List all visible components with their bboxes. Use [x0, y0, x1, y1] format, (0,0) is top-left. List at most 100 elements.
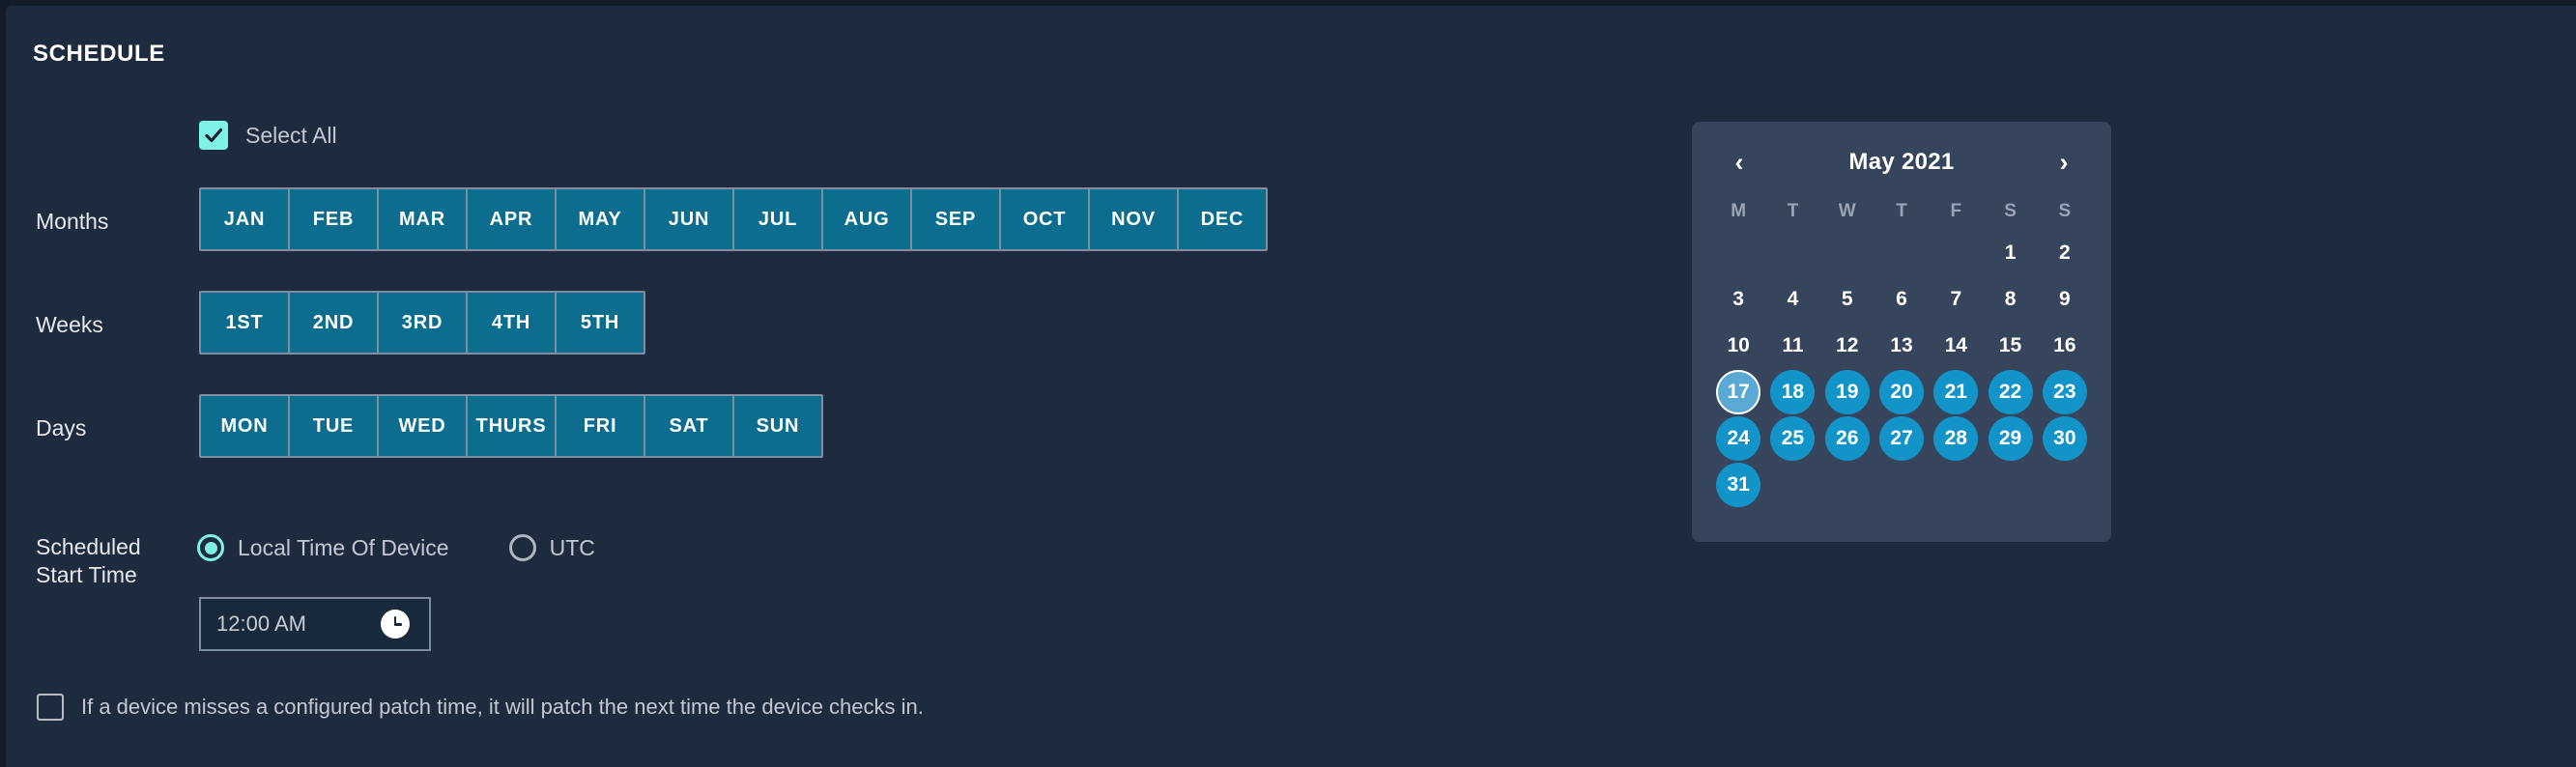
week-button-4th[interactable]: 4TH: [468, 293, 555, 353]
calendar-cell: 8: [1983, 276, 2037, 323]
start-time-input[interactable]: 12:00 AM: [199, 597, 431, 651]
page-title: SCHEDULE: [33, 41, 165, 67]
calendar-header: ‹ May 2021 ›: [1711, 135, 2092, 189]
calendar-day-25[interactable]: 25: [1770, 416, 1816, 461]
calendar-day-8[interactable]: 8: [1989, 277, 2033, 322]
month-button-mar[interactable]: MAR: [379, 189, 466, 249]
week-button-3rd[interactable]: 3RD: [379, 293, 466, 353]
week-button-1st[interactable]: 1ST: [201, 293, 288, 353]
radio-dot: [204, 541, 217, 554]
scheduled-start-time-label-line2: Start Time: [36, 562, 137, 587]
miss-patch-label: If a device misses a configured patch ti…: [81, 695, 924, 719]
week-button-2nd[interactable]: 2ND: [290, 293, 377, 353]
calendar-day-29[interactable]: 29: [1988, 416, 2033, 461]
calendar-cell: 31: [1711, 462, 1765, 508]
week-button-5th[interactable]: 5TH: [557, 293, 644, 353]
calendar-day-5[interactable]: 5: [1825, 277, 1870, 322]
months-button-group[interactable]: JAN FEB MAR APR MAY JUN JUL AUG SEP OCT NOV DEC: [199, 187, 1268, 251]
calendar-day-9[interactable]: 9: [2043, 277, 2087, 322]
month-button-nov[interactable]: NOV: [1090, 189, 1177, 249]
weeks-button-group[interactable]: 1ST 2ND 3RD 4TH 5TH: [199, 291, 645, 355]
calendar-cell: 2: [2038, 230, 2092, 276]
calendar-cell: 25: [1765, 415, 1819, 462]
start-time-value: 12:00 AM: [216, 611, 306, 636]
calendar-day-6[interactable]: 6: [1879, 277, 1924, 322]
calendar-day-13[interactable]: 13: [1879, 324, 1924, 368]
calendar-cell: 28: [1929, 415, 1983, 462]
scheduled-start-time-label-line1: Scheduled: [36, 534, 141, 559]
calendar-day-3[interactable]: 3: [1716, 277, 1760, 322]
calendar-day-28[interactable]: 28: [1933, 416, 1979, 461]
calendar-day-17[interactable]: 17: [1716, 370, 1761, 414]
clock-icon[interactable]: [381, 610, 410, 639]
day-button-thurs[interactable]: THURS: [468, 396, 555, 456]
calendar-cell: 24: [1711, 415, 1765, 462]
day-button-fri[interactable]: FRI: [557, 396, 644, 456]
time-mode-radio-group[interactable]: Local Time Of Device UTC: [197, 534, 595, 561]
calendar-day-23[interactable]: 23: [2042, 370, 2087, 414]
select-all-checkbox[interactable]: [199, 121, 228, 150]
calendar-cell: 14: [1929, 323, 1983, 369]
calendar-cell: 10: [1711, 323, 1765, 369]
calendar-day-1[interactable]: 1: [1989, 231, 2033, 275]
calendar-day-14[interactable]: 14: [1933, 324, 1978, 368]
select-all-row[interactable]: Select All: [199, 121, 337, 150]
month-button-oct[interactable]: OCT: [1001, 189, 1088, 249]
chevron-right-icon[interactable]: ›: [2049, 149, 2078, 176]
calendar-day-26[interactable]: 26: [1824, 416, 1870, 461]
month-button-may[interactable]: MAY: [557, 189, 644, 249]
days-button-group[interactable]: MON TUE WED THURS FRI SAT SUN: [199, 394, 823, 458]
day-button-mon[interactable]: MON: [201, 396, 288, 456]
calendar-day-10[interactable]: 10: [1716, 324, 1760, 368]
calendar-day-20[interactable]: 20: [1878, 370, 1924, 414]
month-button-jan[interactable]: JAN: [201, 189, 288, 249]
calendar-dow-5: S: [2004, 201, 2017, 221]
calendar-day-18[interactable]: 18: [1770, 370, 1816, 414]
calendar-day-22[interactable]: 22: [1988, 370, 2033, 414]
weeks-label: Weeks: [36, 312, 103, 337]
month-button-jun[interactable]: JUN: [645, 189, 732, 249]
calendar-dow-0: M: [1731, 201, 1747, 221]
calendar-cell: 1: [1983, 230, 2037, 276]
day-button-sun[interactable]: SUN: [734, 396, 821, 456]
calendar-day-19[interactable]: 19: [1824, 370, 1870, 414]
calendar-empty-cell: [1875, 230, 1929, 276]
calendar-day-31[interactable]: 31: [1716, 463, 1761, 507]
calendar-day-11[interactable]: 11: [1770, 324, 1815, 368]
calendar-day-4[interactable]: 4: [1770, 277, 1815, 322]
chevron-left-icon[interactable]: ‹: [1725, 149, 1754, 176]
select-all-label: Select All: [245, 122, 337, 148]
miss-patch-row[interactable]: If a device misses a configured patch ti…: [37, 694, 924, 721]
calendar-day-15[interactable]: 15: [1989, 324, 2033, 368]
calendar-day-30[interactable]: 30: [2042, 416, 2087, 461]
month-button-feb[interactable]: FEB: [290, 189, 377, 249]
radio-selected-icon: [197, 534, 224, 561]
calendar-day-grid[interactable]: 1 2 3 4 5 6 7 8 9 10 11 12 13 14 15 16 17 18 19 20 21 22 23 24 2…: [1711, 230, 2092, 508]
calendar-day-24[interactable]: 24: [1716, 416, 1761, 461]
month-button-sep[interactable]: SEP: [912, 189, 999, 249]
month-button-aug[interactable]: AUG: [823, 189, 910, 249]
calendar-day-7[interactable]: 7: [1933, 277, 1978, 322]
calendar-day-of-week-header: MTWTFSS: [1711, 201, 2092, 222]
day-button-sat[interactable]: SAT: [645, 396, 732, 456]
calendar-day-27[interactable]: 27: [1878, 416, 1924, 461]
calendar-empty-cell: [1765, 230, 1819, 276]
month-button-dec[interactable]: DEC: [1179, 189, 1266, 249]
calendar-empty-cell: [1711, 230, 1765, 276]
calendar-day-12[interactable]: 12: [1825, 324, 1870, 368]
month-button-apr[interactable]: APR: [468, 189, 555, 249]
months-label: Months: [36, 209, 109, 234]
calendar-cell: 6: [1875, 276, 1929, 323]
miss-patch-checkbox[interactable]: [37, 694, 64, 721]
radio-utc[interactable]: UTC: [508, 534, 595, 561]
calendar-day-21[interactable]: 21: [1933, 370, 1979, 414]
calendar-day-16[interactable]: 16: [2043, 324, 2087, 368]
radio-local-time-of-device[interactable]: Local Time Of Device: [197, 534, 449, 561]
calendar-widget: ‹ May 2021 › MTWTFSS 1 2 3 4 5 6 7 8 9 10 11 12 13 14…: [1692, 122, 2111, 542]
calendar-day-2[interactable]: 2: [2043, 231, 2087, 275]
day-button-wed[interactable]: WED: [379, 396, 466, 456]
radio-utc-label: UTC: [549, 534, 595, 560]
day-button-tue[interactable]: TUE: [290, 396, 377, 456]
calendar-cell: 9: [2038, 276, 2092, 323]
month-button-jul[interactable]: JUL: [734, 189, 821, 249]
